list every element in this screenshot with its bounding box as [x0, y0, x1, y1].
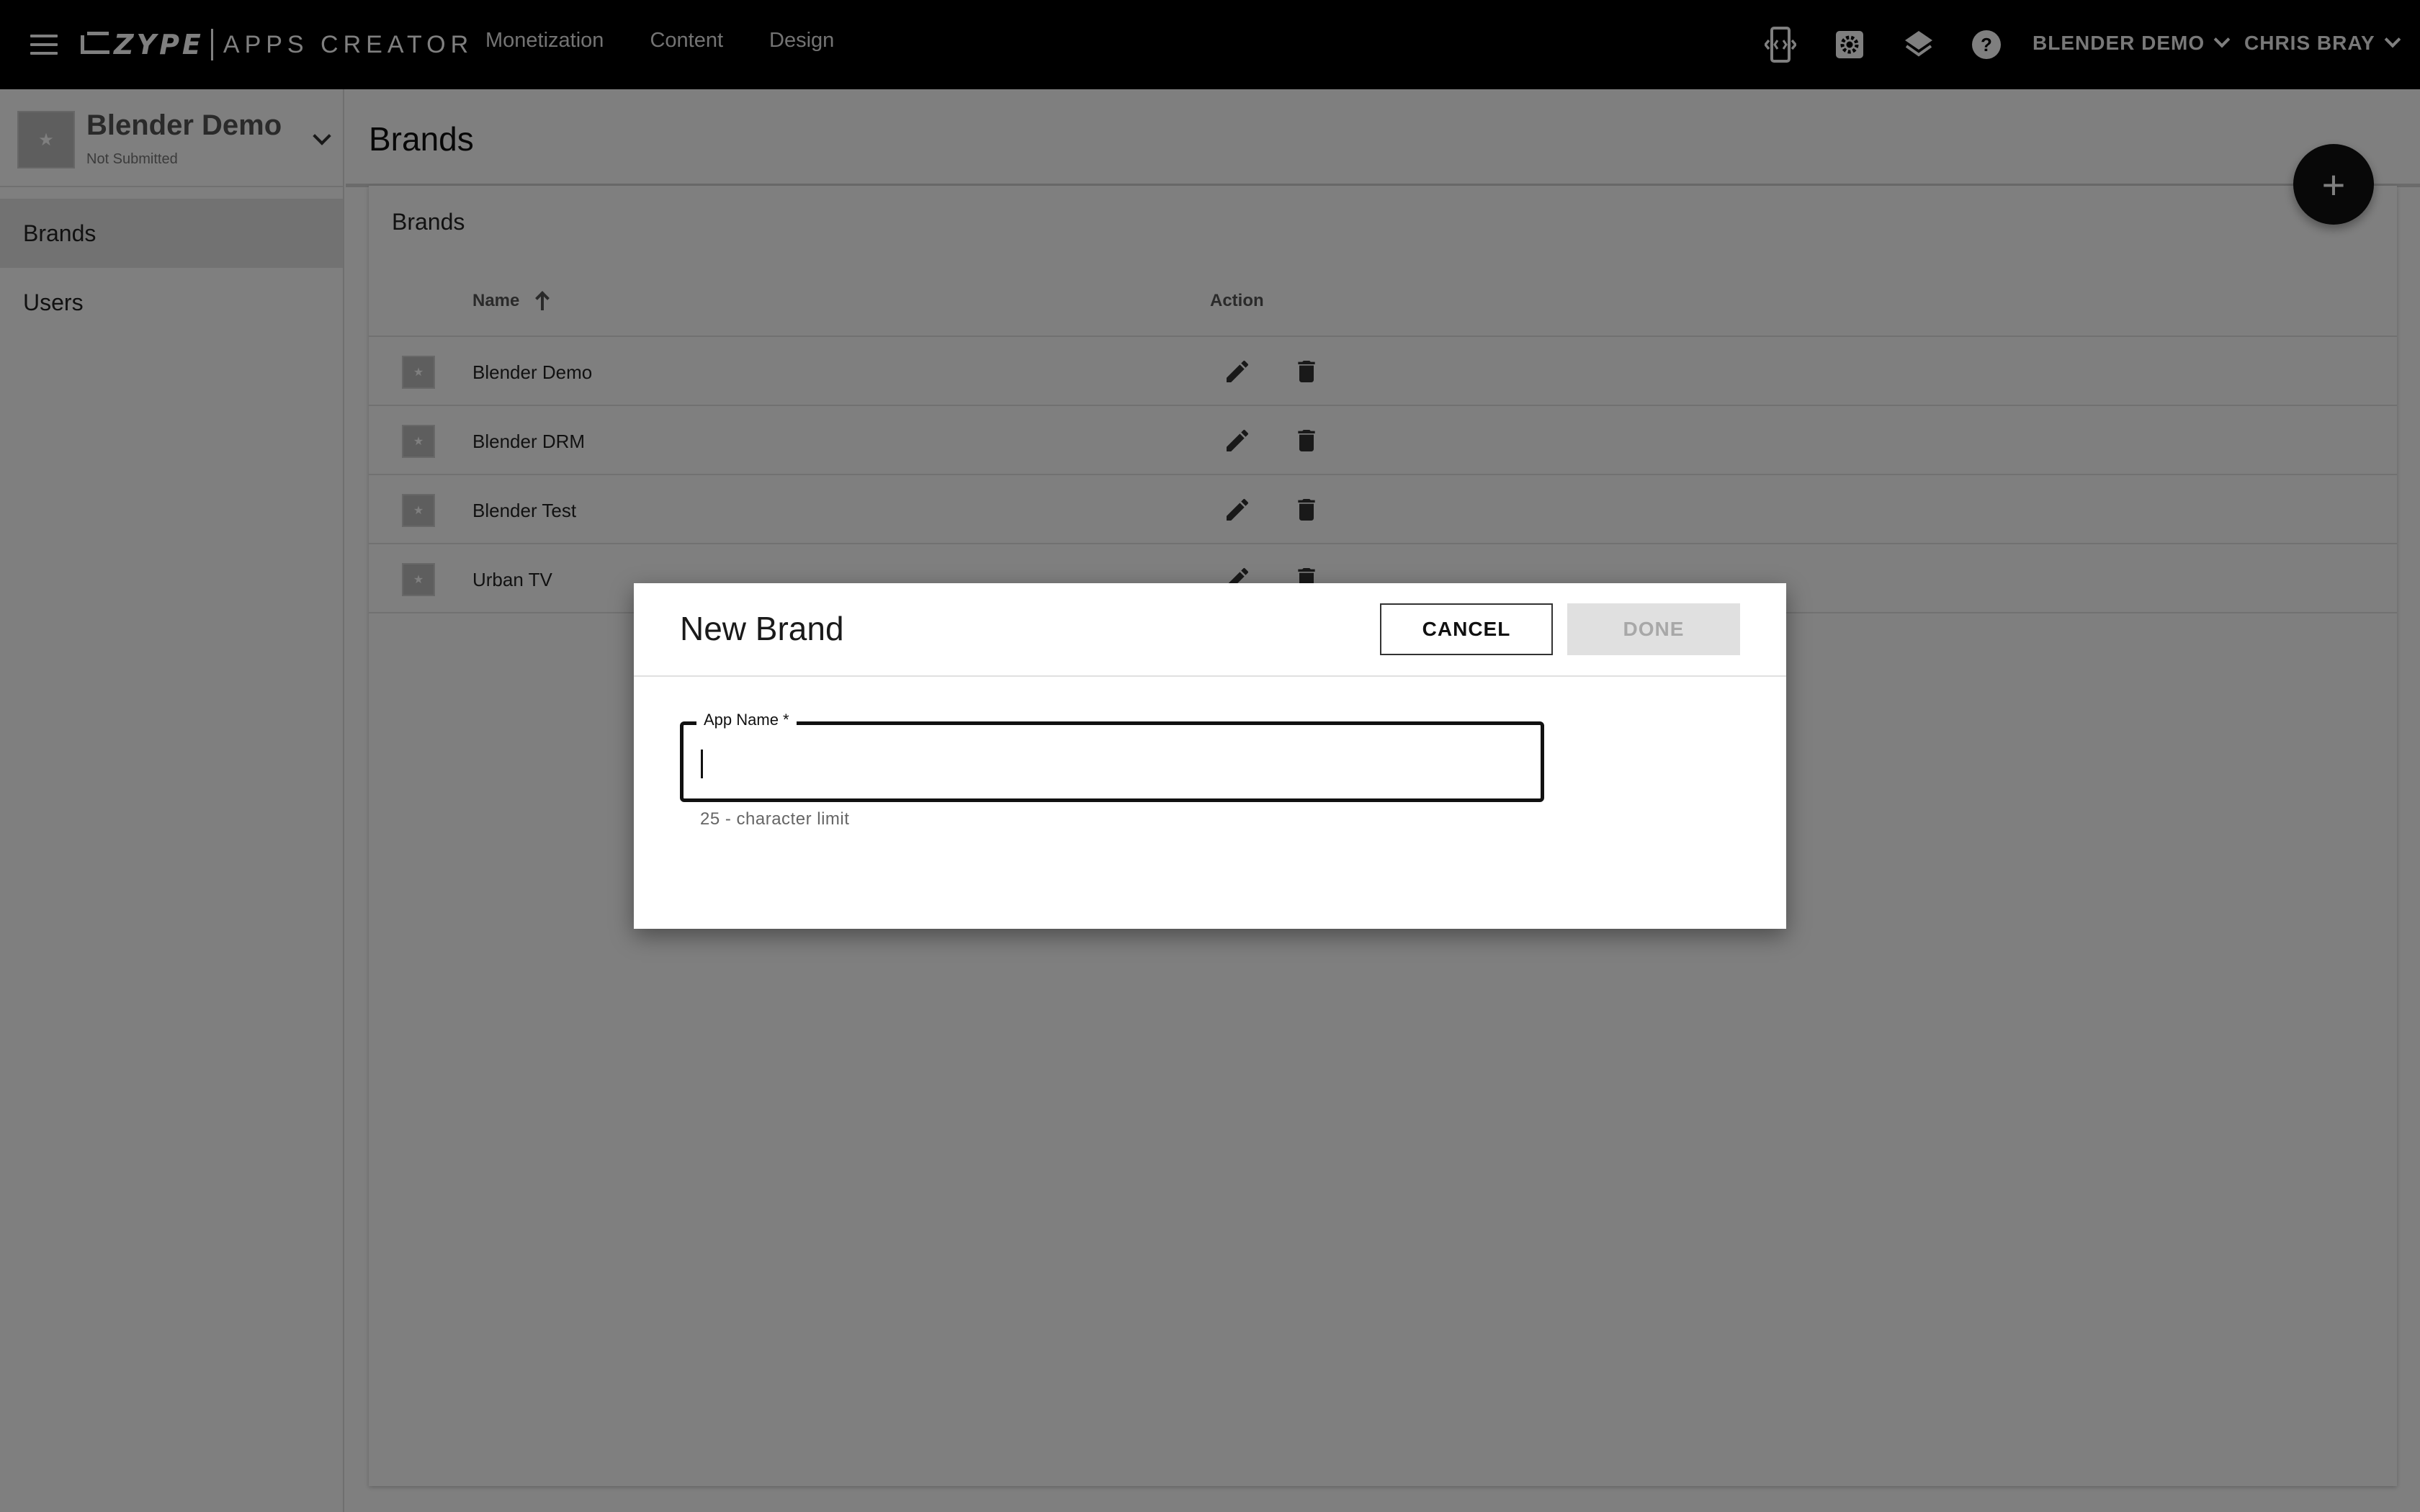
app-name-label: App Name *: [696, 711, 797, 729]
text-cursor: [701, 750, 703, 778]
character-limit-hint: 25 - character limit: [700, 809, 850, 829]
app-name-input[interactable]: [698, 741, 1519, 781]
app-name-field[interactable]: App Name *: [680, 711, 1544, 802]
cancel-button[interactable]: CANCEL: [1380, 603, 1553, 655]
dialog-title: New Brand: [680, 610, 844, 647]
dialog-header: New Brand CANCEL DONE: [634, 583, 1786, 677]
new-brand-dialog: New Brand CANCEL DONE App Name * 25 - ch…: [634, 583, 1786, 929]
done-button[interactable]: DONE: [1567, 603, 1740, 655]
